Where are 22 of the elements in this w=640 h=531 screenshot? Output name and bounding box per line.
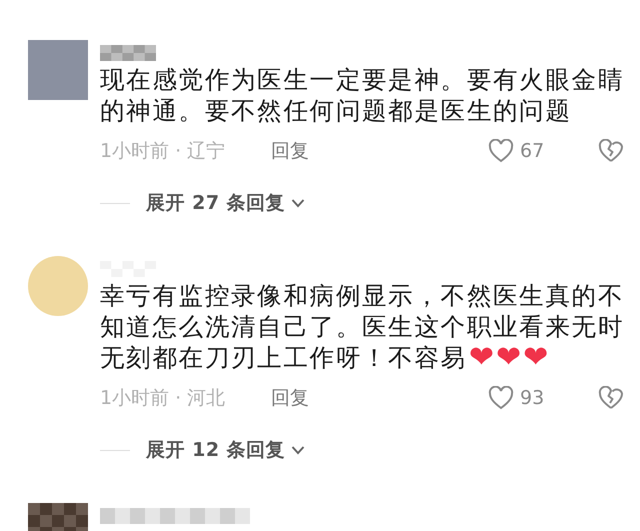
comment-text: 无刻都在刀刃上工作呀！不容易 bbox=[100, 342, 467, 373]
comment-text: 知道怎么洗清自己了。医生这个职业看来无时 bbox=[100, 311, 624, 342]
broken-heart-icon[interactable] bbox=[598, 139, 624, 163]
expand-replies-link[interactable]: 展开 27 条回复 bbox=[146, 190, 286, 216]
reply-link[interactable]: 回复 bbox=[271, 138, 310, 164]
comment-time-location: 1小时前 · 河北 bbox=[100, 386, 226, 411]
like-heart-icon[interactable] bbox=[488, 386, 514, 410]
expand-replies-link[interactable]: 展开 12 条回复 bbox=[146, 437, 286, 463]
heart-emoji: ❤ bbox=[496, 342, 522, 373]
like-heart-icon[interactable] bbox=[488, 139, 514, 163]
reply-link[interactable]: 回复 bbox=[271, 385, 310, 411]
heart-emoji: ❤ bbox=[523, 342, 548, 373]
broken-heart-icon[interactable] bbox=[598, 386, 624, 410]
chevron-down-icon[interactable] bbox=[291, 445, 306, 455]
like-count: 67 bbox=[520, 140, 546, 162]
comment-text: 的神通。要不然任何问题都是医生的问题 bbox=[100, 95, 573, 126]
like-count: 93 bbox=[520, 387, 546, 409]
heart-emoji: ❤ bbox=[468, 342, 494, 373]
comment-text: 现在感觉作为医生一定要是神。要有火眼金睛 bbox=[100, 64, 624, 95]
comment-time-location: 1小时前 · 辽宁 bbox=[100, 139, 226, 164]
comment-text: 幸亏有监控录像和病例显示，不然医生真的不 bbox=[100, 280, 624, 311]
chevron-down-icon[interactable] bbox=[291, 198, 306, 208]
